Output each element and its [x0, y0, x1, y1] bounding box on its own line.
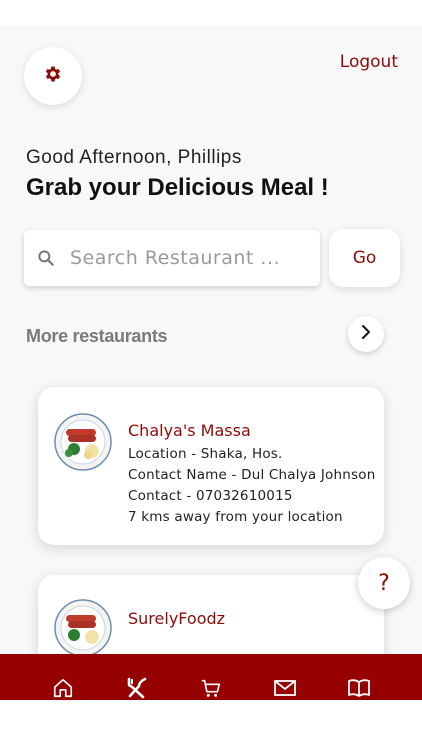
nav-home[interactable]: [45, 672, 81, 700]
nav-cart[interactable]: [193, 672, 229, 700]
restaurant-contact: Contact - 07032610015: [128, 488, 293, 504]
restaurant-image: [54, 413, 112, 471]
bottom-nav: [0, 654, 422, 700]
nav-restaurants[interactable]: [119, 672, 155, 700]
book-icon: [347, 677, 371, 701]
gear-icon: [43, 64, 63, 89]
greeting-text: Good Afternoon, Phillips: [26, 147, 242, 168]
page-headline: Grab your Delicious Meal !: [26, 174, 329, 201]
home-icon: [52, 677, 74, 701]
search-bar: [24, 230, 320, 286]
mail-icon: [273, 677, 297, 701]
restaurant-card[interactable]: Chalya's Massa Location - Shaka, Hos. Co…: [38, 387, 384, 545]
restaurant-location: Location - Shaka, Hos.: [128, 446, 283, 462]
restaurant-name[interactable]: Chalya's Massa: [128, 421, 251, 440]
restaurant-distance: 7 kms away from your location: [128, 509, 343, 525]
search-input[interactable]: [70, 247, 300, 269]
restaurant-image: [54, 599, 112, 657]
go-button[interactable]: Go: [329, 229, 400, 287]
nav-messages[interactable]: [267, 672, 303, 700]
logout-link[interactable]: Logout: [340, 52, 398, 72]
settings-button[interactable]: [24, 47, 82, 105]
utensils-icon: [125, 676, 149, 701]
chevron-right-icon: [358, 324, 374, 345]
cart-icon: [200, 677, 222, 701]
restaurant-name[interactable]: SurelyFoodz: [128, 609, 225, 628]
help-button[interactable]: ?: [358, 557, 410, 609]
section-title: More restaurants: [26, 326, 168, 346]
app-screen: Logout Good Afternoon, Phillips Grab you…: [0, 26, 422, 700]
nav-menu[interactable]: [341, 672, 377, 700]
more-restaurants-button[interactable]: [348, 316, 384, 352]
search-icon: [36, 248, 56, 268]
restaurant-contact-name: Contact Name - Dul Chalya Johnson: [128, 467, 376, 483]
